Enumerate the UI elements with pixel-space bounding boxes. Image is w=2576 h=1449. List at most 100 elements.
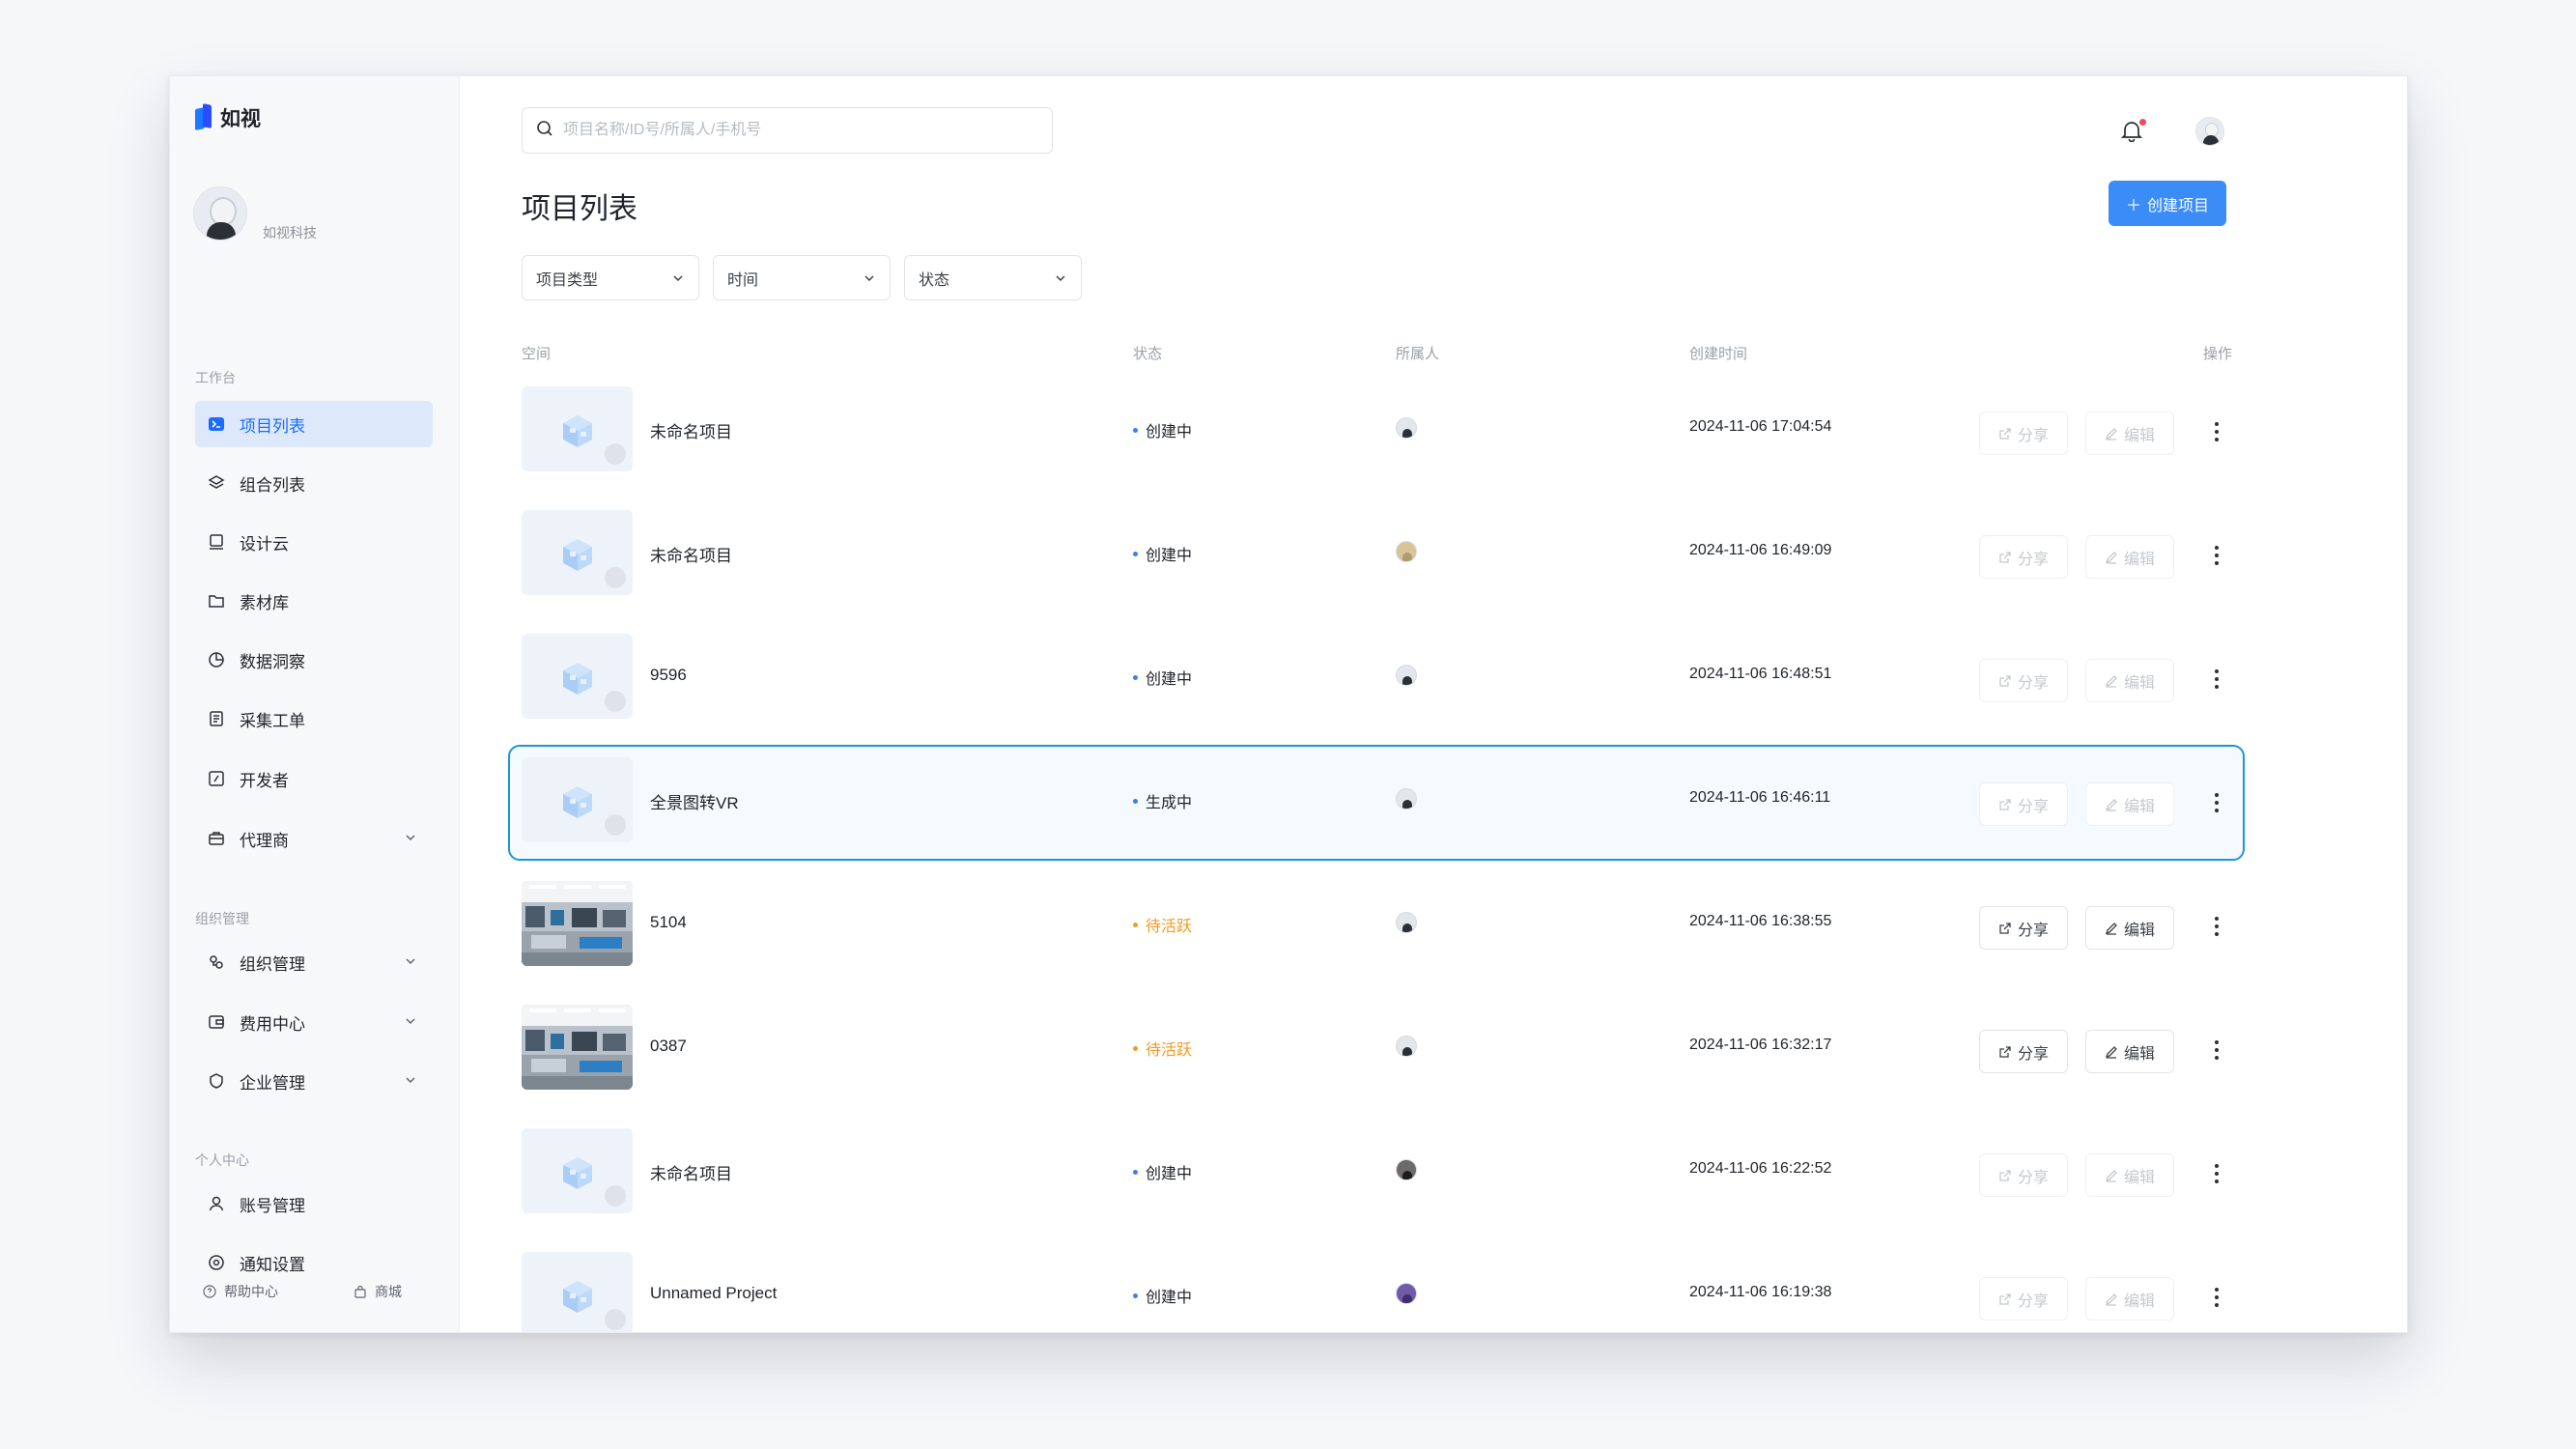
owner-avatar[interactable] — [1396, 665, 1417, 686]
chevron-down-icon[interactable] — [404, 1013, 417, 1033]
share-button[interactable]: 分享 — [1979, 1030, 2068, 1073]
sidebar-item-agent[interactable]: 代理商 — [195, 815, 433, 862]
table-row[interactable]: 未命名项目 创建中 2024-11-06 16:49:09 分享 编辑 — [522, 501, 2235, 608]
search-box[interactable] — [522, 107, 1053, 154]
more-options-icon[interactable] — [2207, 543, 2226, 568]
more-options-icon[interactable] — [2207, 419, 2226, 444]
sidebar-item-notifications[interactable]: 通知设置 — [195, 1239, 433, 1286]
owner-avatar[interactable] — [1396, 788, 1417, 810]
project-thumbnail[interactable] — [522, 1005, 633, 1090]
sidebar-item-label: 素材库 — [240, 593, 289, 612]
project-thumbnail[interactable] — [522, 757, 633, 842]
sidebar-item-label: 代理商 — [240, 831, 289, 850]
created-time: 2024-11-06 16:48:51 — [1689, 666, 1832, 682]
chevron-down-icon[interactable] — [404, 830, 417, 849]
share-label: 分享 — [2017, 1293, 2049, 1310]
project-thumbnail[interactable] — [522, 881, 633, 966]
project-thumbnail[interactable] — [522, 1128, 633, 1213]
owner-avatar[interactable] — [1396, 912, 1417, 933]
filter-time[interactable]: 时间 — [713, 255, 891, 300]
edit-button[interactable]: 编辑 — [2085, 1153, 2174, 1197]
more-options-icon[interactable] — [2207, 1285, 2226, 1310]
share-button[interactable]: 分享 — [1979, 1277, 2068, 1321]
edit-button[interactable]: 编辑 — [2085, 1030, 2174, 1073]
sidebar-item-org-management[interactable]: 组织管理 — [195, 939, 433, 985]
sidebar-item-label: 采集工单 — [240, 711, 305, 730]
created-time: 2024-11-06 17:04:54 — [1689, 418, 1832, 435]
edit-button[interactable]: 编辑 — [2085, 412, 2174, 455]
section-label-personal: 个人中心 — [195, 1152, 249, 1168]
share-button[interactable]: 分享 — [1979, 535, 2068, 579]
owner-avatar[interactable] — [1396, 1159, 1417, 1180]
share-icon — [1999, 922, 2011, 934]
share-button[interactable]: 分享 — [1979, 906, 2068, 950]
sidebar-item-developer[interactable]: 开发者 — [195, 755, 433, 802]
more-options-icon[interactable] — [2207, 790, 2226, 815]
edit-button[interactable]: 编辑 — [2085, 782, 2174, 826]
help-center-link[interactable]: 帮助中心 — [203, 1282, 278, 1301]
table-row[interactable]: 未命名项目 创建中 2024-11-06 17:04:54 分享 编辑 — [522, 378, 2235, 484]
more-options-icon[interactable] — [2207, 1037, 2226, 1063]
table-row[interactable]: 9596 创建中 2024-11-06 16:48:51 分享 编辑 — [522, 625, 2235, 731]
store-link[interactable]: 商城 — [354, 1282, 402, 1301]
filter-label: 状态 — [919, 271, 950, 289]
project-name: 未命名项目 — [650, 1165, 732, 1183]
owner-avatar[interactable] — [1396, 1036, 1417, 1057]
avatar[interactable] — [2195, 117, 2224, 146]
edit-button[interactable]: 编辑 — [2085, 659, 2174, 702]
sidebar-item-billing[interactable]: 费用中心 — [195, 999, 433, 1045]
status-dot — [1133, 922, 1138, 927]
edit-icon — [2105, 922, 2117, 935]
sidebar-item-enterprise[interactable]: 企业管理 — [195, 1058, 433, 1104]
share-button[interactable]: 分享 — [1979, 1153, 2068, 1197]
project-thumbnail[interactable] — [522, 510, 633, 595]
search-input[interactable] — [563, 122, 1027, 139]
sidebar-item-design-cloud[interactable]: 设计云 — [195, 519, 433, 565]
share-button[interactable]: 分享 — [1979, 659, 2068, 702]
more-options-icon[interactable] — [2207, 914, 2226, 939]
share-icon — [1999, 798, 2011, 810]
edit-button[interactable]: 编辑 — [2085, 906, 2174, 950]
notification-bell[interactable] — [2120, 119, 2146, 144]
chevron-down-icon[interactable] — [404, 953, 417, 973]
sidebar-item-combination-list[interactable]: 组合列表 — [195, 460, 433, 506]
project-thumbnail[interactable] — [522, 634, 633, 719]
project-thumbnail[interactable] — [522, 1252, 633, 1332]
table-row[interactable]: 全景图转VR 生成中 2024-11-06 16:46:11 分享 编辑 — [508, 745, 2245, 861]
column-header-actions: 操作 — [2203, 346, 2233, 362]
table-row[interactable]: 0387 待活跃 2024-11-06 16:32:17 分享 编辑 — [522, 996, 2235, 1102]
edit-button[interactable]: 编辑 — [2085, 1277, 2174, 1321]
sidebar-item-account[interactable]: 账号管理 — [195, 1180, 433, 1227]
filter-project-type[interactable]: 项目类型 — [522, 255, 699, 300]
owner-avatar[interactable] — [1396, 541, 1417, 562]
organization-icon — [207, 952, 226, 972]
share-button[interactable]: 分享 — [1979, 782, 2068, 826]
create-project-button[interactable]: ＋ 创建项目 — [2109, 181, 2226, 226]
sidebar-item-label: 费用中心 — [240, 1014, 305, 1034]
table-row[interactable]: Unnamed Project 创建中 2024-11-06 16:19:38 … — [522, 1243, 2235, 1332]
avatar[interactable] — [193, 186, 247, 241]
more-options-icon[interactable] — [2207, 1161, 2226, 1186]
sidebar-item-project-list[interactable]: 项目列表 — [195, 401, 433, 447]
sidebar-item-asset-library[interactable]: 素材库 — [195, 578, 433, 624]
brand[interactable]: 如视 — [195, 103, 261, 132]
filter-bar: 项目类型 时间 状态 — [522, 255, 1082, 300]
owner-avatar[interactable] — [1396, 1283, 1417, 1304]
edit-label: 编辑 — [2123, 674, 2155, 692]
table-row[interactable]: 未命名项目 创建中 2024-11-06 16:22:52 分享 编辑 — [522, 1120, 2235, 1226]
created-time: 2024-11-06 16:32:17 — [1689, 1037, 1832, 1053]
monitor-icon — [207, 532, 226, 552]
chevron-down-icon[interactable] — [404, 1072, 417, 1092]
sidebar-item-capture-orders[interactable]: 采集工单 — [195, 696, 433, 742]
edit-icon — [2105, 1293, 2117, 1306]
user-card[interactable]: 如视科技 — [193, 185, 317, 242]
share-button[interactable]: 分享 — [1979, 412, 2068, 455]
more-options-icon[interactable] — [2207, 667, 2226, 692]
table-row[interactable]: 5104 待活跃 2024-11-06 16:38:55 分享 编辑 — [522, 872, 2235, 979]
edit-button[interactable]: 编辑 — [2085, 535, 2174, 579]
project-thumbnail[interactable] — [522, 386, 633, 471]
filter-status[interactable]: 状态 — [904, 255, 1082, 300]
status-text: 创建中 — [1146, 671, 1193, 688]
sidebar-item-data-insight[interactable]: 数据洞察 — [195, 637, 433, 683]
owner-avatar[interactable] — [1396, 417, 1417, 439]
